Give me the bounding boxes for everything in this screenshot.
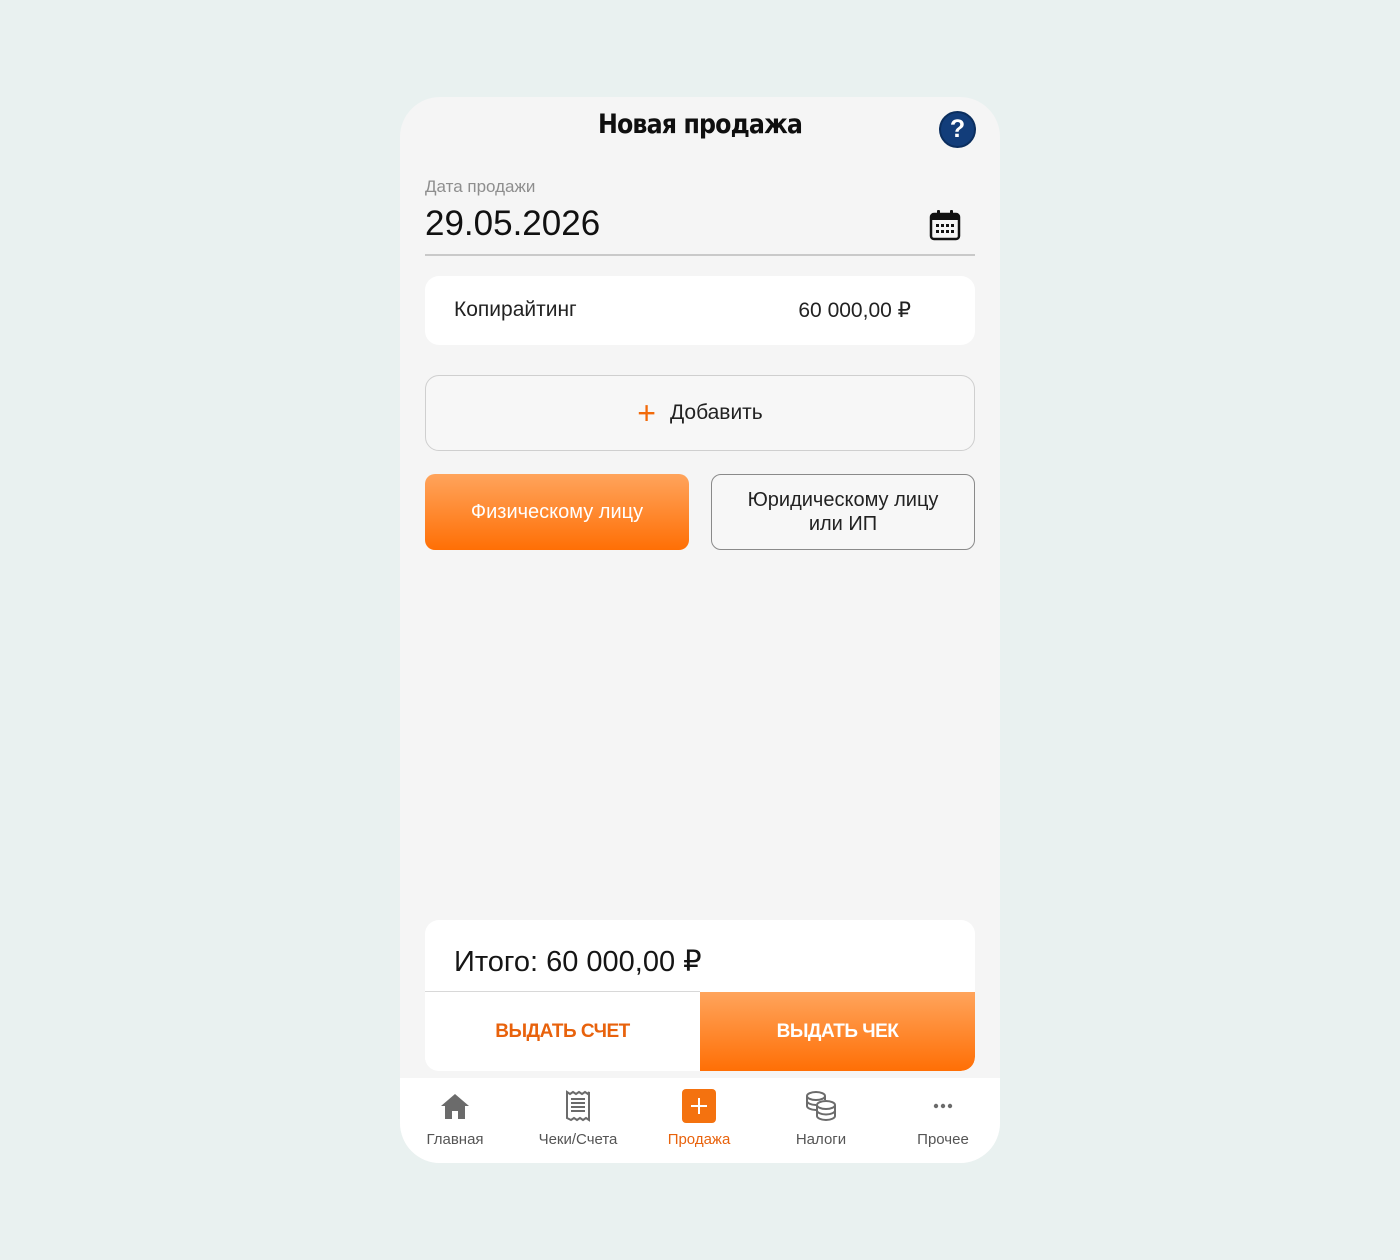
sale-date-field[interactable]: 29.05.2026 — [425, 204, 600, 244]
tab-sale[interactable]: Продажа — [639, 1078, 759, 1163]
total-panel: Итого: 60 000,00 ₽ ВЫДАТЬ СЧЕТ ВЫДАТЬ ЧЕ… — [425, 920, 975, 1071]
calendar-icon[interactable] — [929, 209, 961, 241]
tab-taxes-label: Налоги — [795, 1131, 847, 1148]
total-amount: Итого: 60 000,00 ₽ — [454, 946, 702, 978]
sale-item-row[interactable]: Копирайтинг 60 000,00 ₽ — [425, 276, 975, 345]
date-underline — [425, 254, 975, 256]
help-icon[interactable]: ? — [939, 111, 976, 148]
add-item-button[interactable]: + Добавить — [425, 375, 975, 451]
header: Новая продажа ? — [400, 97, 1000, 167]
sale-date-label: Дата продажи — [425, 177, 536, 196]
individual-buyer-button[interactable]: Физическому лицу — [425, 474, 689, 550]
issue-receipt-button[interactable]: ВЫДАТЬ ЧЕК — [700, 992, 975, 1071]
more-icon — [926, 1089, 960, 1123]
plus-icon — [682, 1089, 716, 1123]
issue-invoice-button[interactable]: ВЫДАТЬ СЧЕТ — [425, 992, 700, 1071]
tab-taxes[interactable]: Налоги — [761, 1078, 881, 1163]
page-title: Новая продажа — [597, 109, 803, 140]
item-price: 60 000,00 ₽ — [798, 299, 911, 322]
phone-screen: Новая продажа ? Дата продажи 29.05.2026 … — [400, 97, 1000, 1163]
plus-icon: + — [637, 395, 656, 431]
bottom-tab-bar: Главная Чеки/Счета Продажа Налоги Прочее — [400, 1078, 1000, 1163]
add-item-label: Добавить — [669, 401, 763, 424]
tab-receipts[interactable]: Чеки/Счета — [518, 1078, 638, 1163]
tab-sale-label: Продажа — [667, 1131, 731, 1148]
tab-home[interactable]: Главная — [400, 1078, 515, 1163]
coins-icon — [804, 1089, 838, 1123]
home-icon — [438, 1089, 472, 1123]
legal-entity-buyer-button[interactable]: Юридическому лицу или ИП — [711, 474, 975, 550]
tab-home-label: Главная — [426, 1131, 484, 1148]
receipt-icon — [561, 1089, 595, 1123]
tab-more-label: Прочее — [917, 1131, 969, 1148]
tab-more[interactable]: Прочее — [883, 1078, 1000, 1163]
item-name: Копирайтинг — [454, 298, 577, 321]
tab-receipts-label: Чеки/Счета — [538, 1131, 618, 1148]
